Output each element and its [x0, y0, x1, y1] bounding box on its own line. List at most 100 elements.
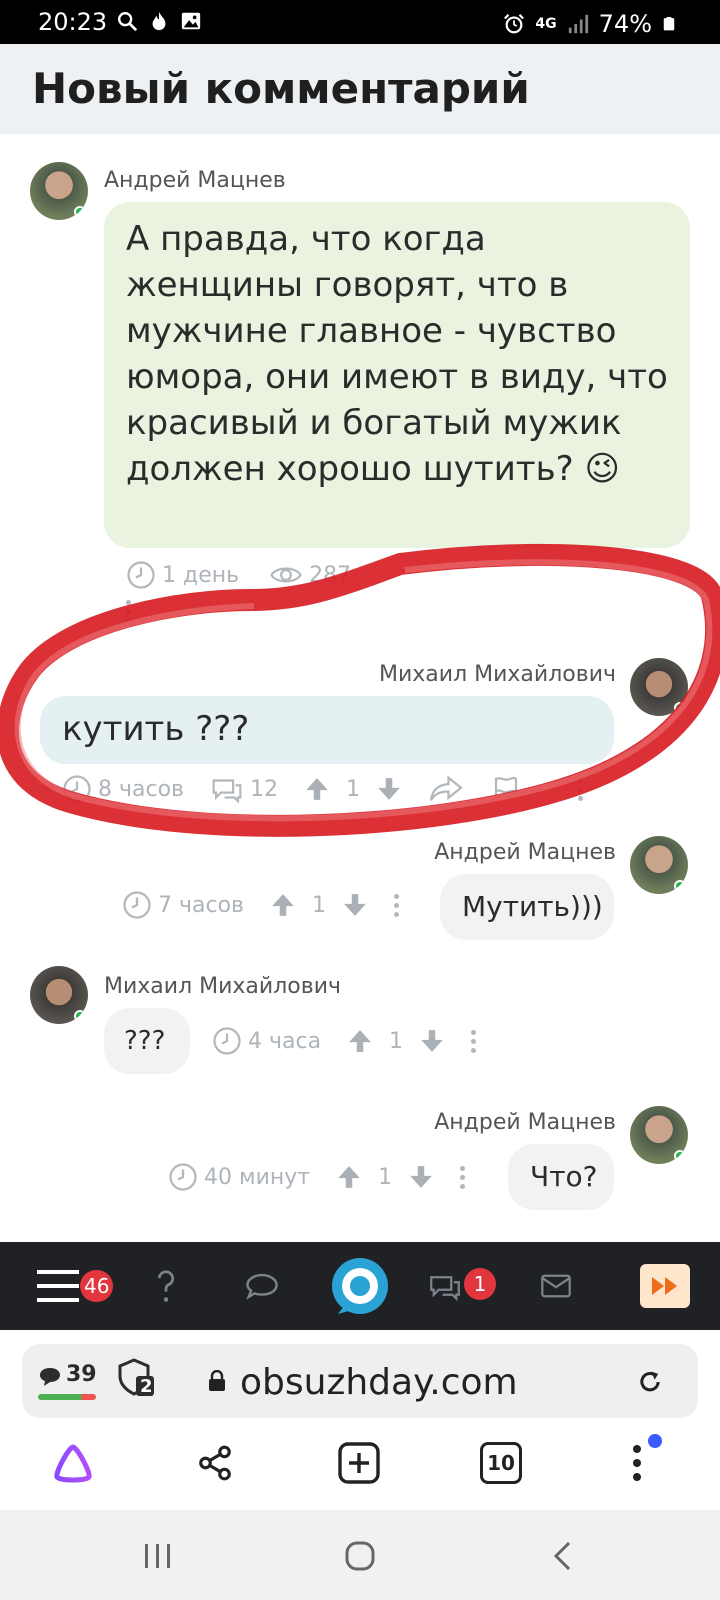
- avatar[interactable]: [630, 1106, 688, 1164]
- downvote-arrow-icon[interactable]: [376, 775, 402, 803]
- menu-button[interactable]: 46: [28, 1242, 114, 1330]
- comment-author[interactable]: Михаил Михайлович: [104, 974, 341, 999]
- fast-forward-button[interactable]: [640, 1242, 690, 1330]
- hamburger-icon: [37, 1270, 79, 1302]
- comment-bubble-icon: [40, 1368, 60, 1386]
- online-indicator: [74, 1010, 86, 1022]
- search-icon: [118, 12, 138, 32]
- recent-apps-button[interactable]: [136, 1534, 180, 1578]
- comment-author[interactable]: Андрей Мацнев: [434, 840, 616, 865]
- share-icon[interactable]: [428, 774, 464, 804]
- back-button[interactable]: [540, 1534, 584, 1578]
- comment-time: 8 часов: [62, 774, 184, 804]
- chat-button[interactable]: [238, 1242, 286, 1330]
- comment-time: 40 минут: [168, 1162, 310, 1192]
- avatar[interactable]: [30, 162, 88, 220]
- mail-button[interactable]: [536, 1242, 576, 1330]
- new-tab-button[interactable]: [334, 1438, 384, 1488]
- comment-author[interactable]: Андрей Мацнев: [434, 1110, 616, 1135]
- avatar[interactable]: [30, 966, 88, 1024]
- comment-meta: 8 часов 12 1: [62, 774, 583, 804]
- downvote-arrow-icon[interactable]: [408, 1163, 434, 1191]
- home-button[interactable]: [338, 1534, 382, 1578]
- site-bottom-nav: 46 1: [0, 1242, 720, 1330]
- vote-block: 1: [304, 775, 402, 803]
- question-icon: [157, 1270, 175, 1302]
- discussions-icon: [430, 1276, 460, 1301]
- share-button[interactable]: [190, 1438, 240, 1488]
- clock-icon: [123, 891, 151, 919]
- upvote-arrow-icon[interactable]: [270, 891, 296, 919]
- recent-apps-icon: [145, 1544, 170, 1568]
- status-time: 20:23: [38, 8, 108, 36]
- browser-menu-button[interactable]: [612, 1434, 662, 1488]
- comment-time: 7 часов: [122, 890, 244, 920]
- online-indicator: [74, 206, 86, 218]
- battery-icon: [663, 17, 675, 31]
- comment-text: А правда, что когда женщины говорят, что…: [126, 219, 668, 489]
- eye-icon: [270, 567, 302, 583]
- discussions-button[interactable]: 1: [420, 1242, 496, 1330]
- reload-icon[interactable]: [636, 1368, 664, 1396]
- envelope-icon: [541, 1274, 571, 1298]
- fast-forward-icon: [640, 1264, 690, 1308]
- alice-assistant-icon: [54, 1444, 92, 1483]
- home-icon: [345, 1541, 375, 1571]
- reply-count[interactable]: 12: [210, 774, 278, 804]
- comment-bubble: А правда, что когда женщины говорят, что…: [104, 202, 690, 548]
- lock-icon: [209, 1370, 225, 1391]
- upvote-arrow-icon[interactable]: [347, 1027, 373, 1055]
- clock-icon: [63, 775, 91, 803]
- comment-time: 4 часа: [212, 1026, 321, 1056]
- vote-block: 1: [336, 1163, 434, 1191]
- comments-icon: [212, 779, 242, 804]
- flag-icon[interactable]: [490, 774, 522, 804]
- upvote-arrow-icon[interactable]: [304, 775, 330, 803]
- comment-author[interactable]: Михаил Михайлович: [379, 662, 616, 687]
- downvote-arrow-icon[interactable]: [419, 1027, 445, 1055]
- upvote-arrow-icon[interactable]: [336, 1163, 362, 1191]
- assistant-button[interactable]: [48, 1438, 98, 1488]
- comment-text: Что?: [530, 1160, 598, 1193]
- more-menu-icon[interactable]: [460, 1165, 466, 1189]
- tabs-icon: 10: [480, 1442, 522, 1484]
- comment-meta: 4 часа 1: [212, 1026, 477, 1056]
- clock-icon: [127, 561, 155, 589]
- browser-address-bar: 39 2 obsuzhday.com: [0, 1330, 720, 1420]
- rating-bar: [38, 1394, 96, 1400]
- browser-toolbar: 10: [0, 1420, 720, 1510]
- avatar[interactable]: [630, 658, 688, 716]
- avatar[interactable]: [630, 836, 688, 894]
- comment-text: Мутить))): [462, 890, 603, 923]
- downvote-arrow-icon[interactable]: [342, 891, 368, 919]
- battery-percent: 74%: [598, 10, 652, 38]
- comment-meta: 7 часов 1: [122, 890, 399, 920]
- menu-badge: 46: [80, 1270, 114, 1302]
- shield-counter[interactable]: 2: [118, 1358, 154, 1402]
- more-menu-icon[interactable]: [126, 600, 131, 623]
- url-text[interactable]: obsuzhday.com: [240, 1362, 518, 1403]
- comment-author[interactable]: Андрей Мацнев: [104, 168, 286, 193]
- system-nav-bar: [0, 1510, 720, 1600]
- vertical-dots-icon: [633, 1445, 641, 1481]
- comment-bubble: ???: [104, 1008, 190, 1074]
- comment-bubble: Что?: [508, 1144, 614, 1210]
- comment-bubble: Мутить))): [440, 874, 614, 940]
- share-nodes-icon: [199, 1445, 231, 1481]
- network-type: 4G: [535, 16, 557, 32]
- questions-button[interactable]: [144, 1242, 188, 1330]
- tabs-button[interactable]: 10: [476, 1438, 526, 1488]
- more-menu-icon[interactable]: [578, 777, 583, 801]
- home-logo-button[interactable]: [330, 1242, 390, 1330]
- url-pill[interactable]: 39 2 obsuzhday.com: [22, 1344, 698, 1418]
- status-bar: 20:23 4G 74%: [0, 0, 720, 44]
- image-icon: [181, 12, 201, 30]
- alarm-icon: [504, 14, 525, 34]
- online-indicator: [674, 1150, 686, 1162]
- comment-views: 287: [269, 560, 351, 590]
- more-menu-icon[interactable]: [471, 1029, 477, 1053]
- more-menu-icon[interactable]: [394, 893, 399, 917]
- site-logo-icon: [332, 1258, 388, 1314]
- discussions-badge: 1: [464, 1268, 496, 1300]
- comment-text: ???: [124, 1026, 166, 1056]
